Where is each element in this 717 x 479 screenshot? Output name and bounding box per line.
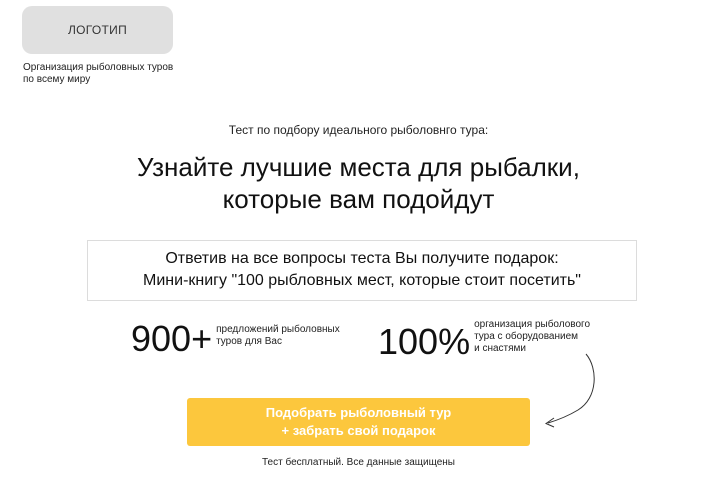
tagline-line-1: Организация рыболовных туров (23, 62, 174, 73)
gift-line-1: Ответив на все вопросы теста Вы получите… (165, 250, 559, 267)
page-title: Узнайте лучшие места для рыбалки, которы… (0, 151, 717, 215)
stat-organization-desc-line-2: тура с оборудованием (474, 331, 579, 342)
logo[interactable]: ЛОГОТИП (22, 6, 173, 54)
company-tagline: Организация рыболовных туров по всему ми… (23, 62, 203, 86)
stat-tours: 900+ предложений рыболовных туров для Ва… (131, 319, 356, 359)
disclaimer: Тест бесплатный. Все данные защищены (262, 457, 455, 468)
gift-line-2: Мини-книгу "100 рыбловных мест, которые … (143, 272, 581, 289)
stat-organization-number: 100% (378, 321, 471, 362)
cta-line-1: Подобрать рыболовный тур (265, 405, 452, 420)
curved-arrow-icon (544, 353, 595, 428)
pick-tour-button[interactable]: Подобрать рыболовный тур + забрать свой … (187, 398, 530, 446)
tagline-line-2: по всему миру (23, 74, 91, 85)
stat-tours-number: 900+ (131, 318, 213, 359)
title-line-2: которые вам подойдут (222, 184, 495, 214)
stat-tours-desc-line-2: туров для Вас (216, 336, 282, 347)
stat-tours-description: предложений рыболовных туров для Вас (216, 324, 356, 348)
stat-tours-desc-line-1: предложений рыболовных (216, 324, 340, 335)
title-line-1: Узнайте лучшие места для рыбалки, (137, 152, 580, 182)
cta-line-2: + забрать свой подарок (281, 423, 436, 438)
gift-info-box: Ответив на все вопросы теста Вы получите… (87, 240, 637, 301)
stat-organization-desc-line-1: организация рыболового (474, 319, 591, 330)
test-subtitle: Тест по подбору идеального рыболовнго ту… (228, 123, 489, 137)
